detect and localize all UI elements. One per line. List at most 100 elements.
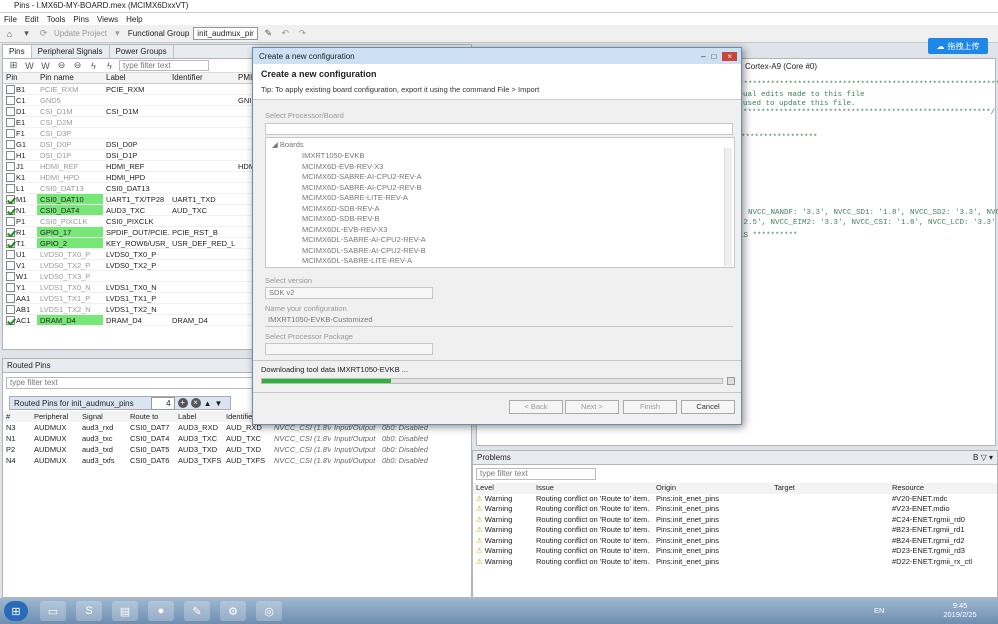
board-item[interactable]: MCIMX6D-SDB-REV-B bbox=[302, 214, 380, 223]
pin-identifier[interactable] bbox=[169, 161, 235, 171]
filter-icon[interactable]: ⊞ bbox=[7, 59, 20, 72]
pin-checkbox[interactable] bbox=[6, 118, 15, 127]
menu-tools[interactable]: Tools bbox=[47, 15, 66, 24]
col-signal[interactable]: Signal bbox=[79, 411, 127, 422]
pin-label[interactable]: LVDS1_TX2_N bbox=[103, 304, 169, 314]
problem-row[interactable]: ⚠ Warning Routing conflict on 'Route to' i… bbox=[473, 557, 997, 568]
pin-checkbox[interactable] bbox=[6, 140, 15, 149]
pin-identifier[interactable] bbox=[169, 271, 235, 281]
pin-label[interactable]: HDMI_HPD bbox=[103, 172, 169, 182]
board-item[interactable]: MCIMX6DL-SDB-REV-A bbox=[302, 267, 384, 268]
pin-checkbox[interactable] bbox=[6, 272, 15, 281]
pin-label[interactable]: LVDS1_TX0_N bbox=[103, 282, 169, 292]
col-peripheral[interactable]: Peripheral bbox=[31, 411, 79, 422]
pin-identifier[interactable] bbox=[169, 216, 235, 226]
pin-label[interactable] bbox=[103, 128, 169, 138]
home-icon[interactable]: ⌂ bbox=[3, 27, 16, 40]
routed-row[interactable]: N4 AUDMUX aud3_txfs CSI0_DAT6 AUD3_TXFS AUD_T… bbox=[3, 455, 471, 466]
dialog-maximize-button[interactable]: □ bbox=[711, 52, 716, 61]
pin-checkbox[interactable] bbox=[6, 294, 15, 303]
menu-help[interactable]: Help bbox=[126, 15, 142, 24]
menu-edit[interactable]: Edit bbox=[25, 15, 39, 24]
pin-identifier[interactable]: DRAM_D4 bbox=[169, 315, 235, 325]
pin-label[interactable]: CSI_D1M bbox=[103, 106, 169, 116]
pin-identifier[interactable] bbox=[169, 183, 235, 193]
pin-label[interactable]: SPDIF_OUT/PCIE... bbox=[103, 227, 169, 237]
col-pin[interactable]: Pin bbox=[3, 73, 37, 83]
pin-identifier[interactable] bbox=[169, 304, 235, 314]
taskbar-explorer-icon[interactable]: ▭ bbox=[40, 601, 66, 621]
pin-label[interactable] bbox=[103, 117, 169, 127]
pin-identifier[interactable] bbox=[169, 260, 235, 270]
language-indicator[interactable]: EN bbox=[874, 606, 884, 615]
pin-identifier[interactable] bbox=[169, 139, 235, 149]
pin-identifier[interactable] bbox=[169, 249, 235, 259]
taskbar-tool-icon[interactable]: ⚙ bbox=[220, 601, 246, 621]
problem-row[interactable]: ⚠ Warning Routing conflict on 'Route to' i… bbox=[473, 515, 997, 526]
dialog-close-button[interactable]: × bbox=[722, 51, 737, 61]
pin-checkbox[interactable] bbox=[6, 316, 15, 325]
pin-label[interactable] bbox=[103, 271, 169, 281]
pin-identifier[interactable] bbox=[169, 172, 235, 182]
dialog-minimize-button[interactable]: – bbox=[701, 52, 705, 61]
edit-icon[interactable]: ✎ bbox=[262, 27, 275, 40]
routed-row[interactable]: P2 AUDMUX aud3_txd CSI0_DAT5 AUD3_TXD AUD_TXD… bbox=[3, 444, 471, 455]
pin-label[interactable]: DSI_D0P bbox=[103, 139, 169, 149]
col-origin[interactable]: Origin bbox=[653, 483, 771, 494]
menu-pins[interactable]: Pins bbox=[73, 15, 89, 24]
filter-w2-icon[interactable]: W bbox=[39, 59, 52, 72]
pin-label[interactable]: LVDS0_TX2_P bbox=[103, 260, 169, 270]
menu-views[interactable]: Views bbox=[97, 15, 118, 24]
cloud-upload-button[interactable]: ☁ 拖拽上传 bbox=[928, 38, 988, 54]
board-item[interactable]: IMXRT1050-EVKB bbox=[302, 151, 364, 160]
pin-checkbox[interactable] bbox=[6, 206, 15, 215]
board-item[interactable]: MCIMX6D-SDB-REV-A bbox=[302, 204, 380, 213]
col-target[interactable]: Target bbox=[771, 483, 889, 494]
link-icon[interactable]: ⊖ bbox=[55, 59, 68, 72]
back-button[interactable]: < Back bbox=[509, 400, 563, 414]
config-name-input[interactable]: IMXRT1050-EVKB-Customized bbox=[265, 315, 733, 327]
col-label[interactable]: Label bbox=[103, 73, 169, 83]
col-issue[interactable]: Issue bbox=[533, 483, 653, 494]
boards-tree[interactable]: ◢ Boards IMXRT1050-EVKB MCIMX6D-EVB-REV-X… bbox=[265, 137, 735, 268]
problem-row[interactable]: ⚠ Warning Routing conflict on 'Route to' i… bbox=[473, 525, 997, 536]
redo-icon[interactable]: ↷ bbox=[296, 27, 309, 40]
tab-cortex-a9[interactable]: Cortex-A9 (Core #0) bbox=[742, 61, 821, 72]
board-item[interactable]: MCIMX6D-SABRE-AI-CPU2-REV-B bbox=[302, 183, 422, 192]
lightning-off-icon[interactable]: ϟ bbox=[103, 59, 116, 72]
board-item[interactable]: MCIMX6DL-SABRE-AI-CPU2-REV-A bbox=[302, 235, 426, 244]
taskbar-pins-icon[interactable]: ◎ bbox=[256, 601, 282, 621]
pin-checkbox[interactable] bbox=[6, 217, 15, 226]
pin-label[interactable]: PCIE_RXM bbox=[103, 84, 169, 94]
taskbar-notes-icon[interactable]: ✎ bbox=[184, 601, 210, 621]
col-route-to[interactable]: Route to bbox=[127, 411, 175, 422]
pin-label[interactable]: LVDS1_TX1_P bbox=[103, 293, 169, 303]
pin-label[interactable]: CSI0_PIXCLK bbox=[103, 216, 169, 226]
stop-download-button[interactable] bbox=[727, 377, 735, 385]
tab-power-groups[interactable]: Power Groups bbox=[110, 45, 174, 58]
pin-identifier[interactable] bbox=[169, 117, 235, 127]
update-project-button[interactable]: Update Project bbox=[54, 29, 107, 38]
board-item[interactable]: MCIMX6DL-SABRE-AI-CPU2-REV-B bbox=[302, 246, 426, 255]
board-item[interactable]: MCIMX6D-EVB-REV-X3 bbox=[302, 162, 383, 171]
filter-w-icon[interactable]: W bbox=[23, 59, 36, 72]
move-up-icon[interactable]: ▲ bbox=[204, 399, 212, 408]
pin-checkbox[interactable] bbox=[6, 261, 15, 270]
pin-label[interactable]: DRAM_D4 bbox=[103, 315, 169, 325]
pin-identifier[interactable] bbox=[169, 293, 235, 303]
pin-identifier[interactable]: USR_DEF_RED_L... bbox=[169, 238, 235, 248]
pin-label[interactable]: CSI0_DAT13 bbox=[103, 183, 169, 193]
pin-checkbox[interactable] bbox=[6, 283, 15, 292]
col-identifier[interactable]: Identifier bbox=[169, 73, 235, 83]
col-num[interactable]: # bbox=[3, 411, 31, 422]
pin-identifier[interactable] bbox=[169, 128, 235, 138]
pin-label[interactable]: HDMI_REF bbox=[103, 161, 169, 171]
pin-checkbox[interactable] bbox=[6, 85, 15, 94]
pin-checkbox[interactable] bbox=[6, 151, 15, 160]
pin-checkbox[interactable] bbox=[6, 107, 15, 116]
pin-checkbox[interactable] bbox=[6, 184, 15, 193]
taskbar-firefox-icon[interactable]: ● bbox=[148, 601, 174, 621]
add-icon[interactable]: + bbox=[177, 398, 188, 408]
clock[interactable]: 9:45 2019/2/25 bbox=[940, 601, 980, 619]
pin-identifier[interactable]: PCIE_RST_B bbox=[169, 227, 235, 237]
